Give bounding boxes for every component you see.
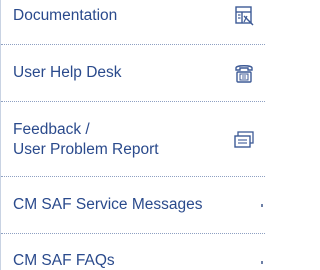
side-menu: Documentation User Help Desk Feedback / … <box>0 0 265 270</box>
menu-divider <box>1 176 265 177</box>
clipped-icon-fragment <box>261 204 263 207</box>
menu-item-label: Documentation <box>13 7 118 24</box>
message-window-icon <box>233 129 255 151</box>
telephone-icon <box>233 62 255 84</box>
menu-item-label-line2: User Problem Report <box>13 141 159 158</box>
menu-divider <box>1 233 265 234</box>
menu-item-label: CM SAF FAQs <box>13 252 115 269</box>
menu-divider <box>1 44 265 45</box>
menu-item-label: User Help Desk <box>13 64 122 81</box>
menu-item-documentation[interactable]: Documentation <box>1 6 265 30</box>
menu-divider <box>1 101 265 102</box>
menu-item-faqs[interactable]: CM SAF FAQs <box>1 251 265 270</box>
menu-item-label-line1: Feedback / <box>13 121 90 138</box>
menu-item-user-help-desk[interactable]: User Help Desk <box>1 63 265 87</box>
menu-item-label: CM SAF Service Messages <box>13 196 203 213</box>
document-stack-icon <box>233 4 255 26</box>
menu-item-service-messages[interactable]: CM SAF Service Messages <box>1 195 265 219</box>
clipped-icon-fragment <box>261 261 263 264</box>
menu-item-feedback[interactable]: Feedback / User Problem Report <box>1 120 265 162</box>
